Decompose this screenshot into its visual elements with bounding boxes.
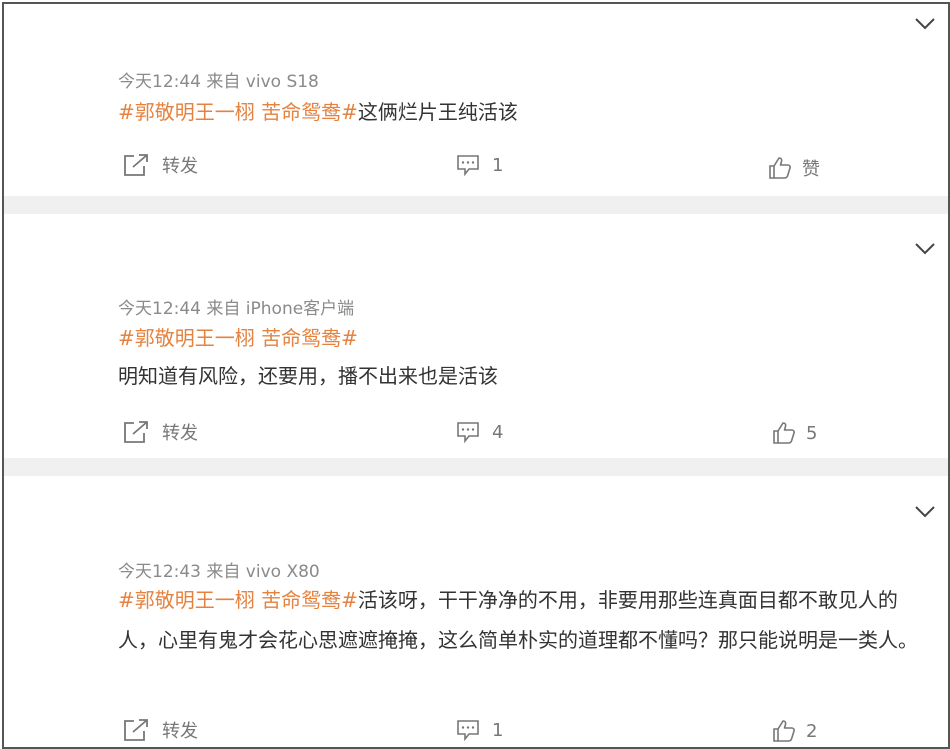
comment-icon	[457, 720, 479, 741]
thumbs-up-icon	[769, 157, 791, 179]
chevron-down-icon[interactable]	[914, 17, 936, 31]
post-body: 这俩烂片王纯活该	[357, 100, 518, 124]
repost-button[interactable]: 转发	[122, 419, 198, 445]
share-icon	[124, 154, 148, 176]
post-separator	[4, 196, 948, 214]
weibo-comment-feed: 今天12:44 来自 vivo S18 #郭敬明王一栩 苦命鸳鸯#这俩烂片王纯活…	[2, 2, 950, 749]
thumbs-up-icon	[773, 720, 795, 742]
post-meta: 今天12:44 来自 iPhone客户端	[118, 299, 355, 319]
post-text: #郭敬明王一栩 苦命鸳鸯#活该呀，干干净净的不用，非要用那些连真面目都不敢见人的…	[118, 580, 930, 660]
comment-button[interactable]: 1	[456, 154, 503, 176]
repost-label: 转发	[162, 721, 198, 742]
share-icon	[124, 421, 148, 443]
post-separator	[4, 458, 948, 476]
share-icon	[124, 719, 148, 741]
topic-tag[interactable]: #郭敬明王一栩 苦命鸳鸯#	[118, 588, 358, 612]
like-button[interactable]: 2	[772, 719, 817, 743]
comment-icon	[457, 422, 479, 443]
comment-count: 4	[492, 421, 504, 443]
chevron-down-icon[interactable]	[914, 505, 936, 519]
post-meta: 今天12:43 来自 vivo X80	[118, 562, 320, 582]
post-card: 今天12:44 来自 iPhone客户端 #郭敬明王一栩 苦命鸳鸯# 明知道有风…	[4, 214, 948, 458]
post-meta: 今天12:44 来自 vivo S18	[118, 72, 319, 92]
comment-button[interactable]: 4	[456, 421, 503, 443]
comment-count: 1	[492, 154, 504, 176]
thumbs-up-icon	[773, 422, 795, 444]
comment-icon	[457, 155, 479, 176]
post-text: #郭敬明王一栩 苦命鸳鸯#这俩烂片王纯活该	[118, 92, 930, 132]
comment-count: 1	[492, 719, 504, 741]
repost-button[interactable]: 转发	[122, 717, 198, 743]
like-button[interactable]: 赞	[768, 155, 820, 181]
repost-label: 转发	[162, 156, 198, 177]
topic-tag[interactable]: #郭敬明王一栩 苦命鸳鸯#	[118, 100, 358, 124]
like-label: 赞	[802, 159, 820, 180]
repost-label: 转发	[162, 423, 198, 444]
post-card: 今天12:43 来自 vivo X80 #郭敬明王一栩 苦命鸳鸯#活该呀，干干净…	[4, 476, 948, 747]
repost-button[interactable]: 转发	[122, 152, 198, 178]
post-body: 明知道有风险，还要用，播不出来也是活该	[118, 364, 498, 388]
post-card: 今天12:44 来自 vivo S18 #郭敬明王一栩 苦命鸳鸯#这俩烂片王纯活…	[4, 4, 948, 196]
topic-tag[interactable]: #郭敬明王一栩 苦命鸳鸯#	[118, 326, 358, 350]
like-button[interactable]: 5	[772, 421, 817, 445]
comment-button[interactable]: 1	[456, 719, 503, 741]
like-count: 2	[806, 720, 818, 742]
like-count: 5	[806, 422, 818, 444]
chevron-down-icon[interactable]	[914, 242, 936, 256]
post-tag-line: #郭敬明王一栩 苦命鸳鸯#	[118, 318, 930, 358]
